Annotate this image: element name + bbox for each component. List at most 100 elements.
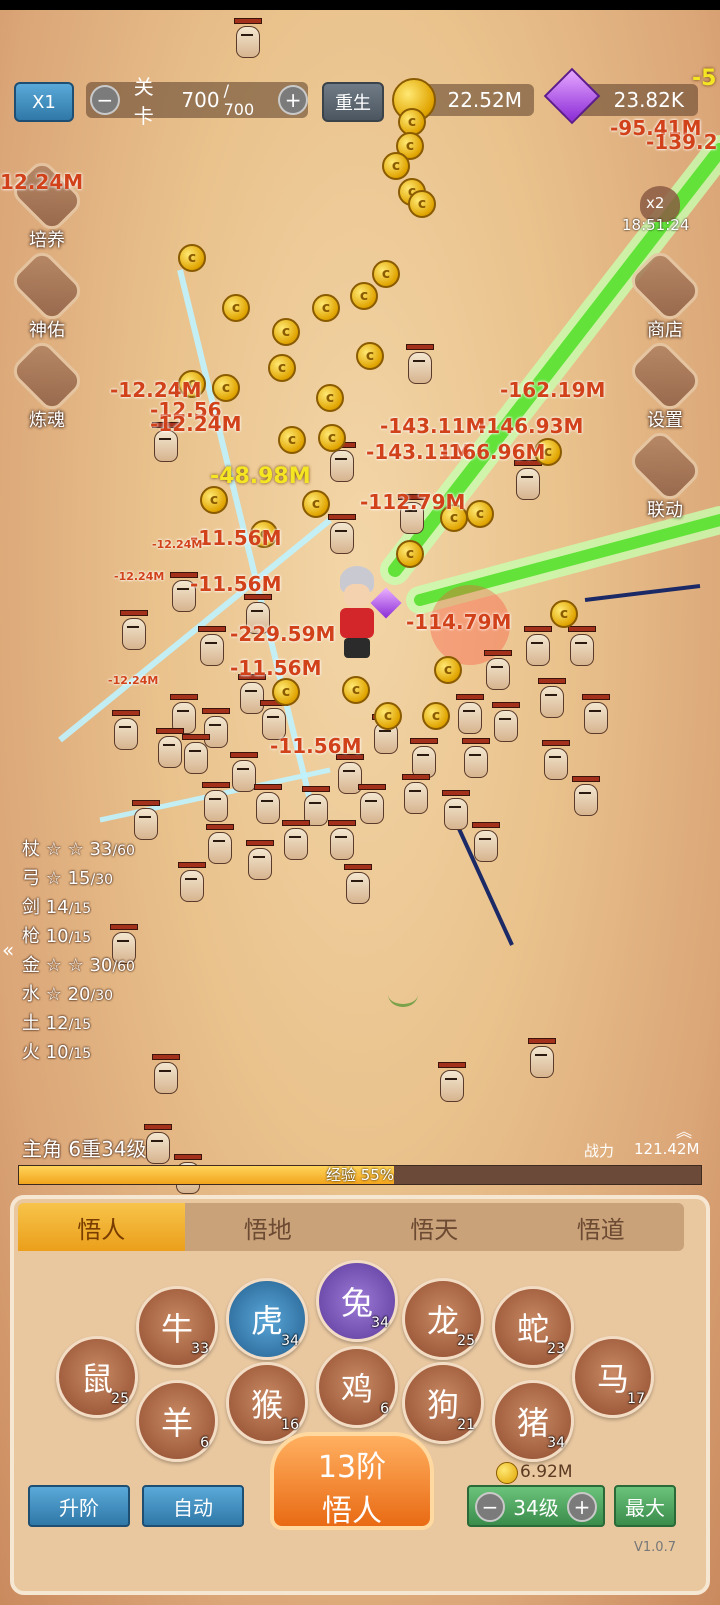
damage-number: -12.24M [150,412,242,436]
weapon-stat-row: 水 ☆ 20/30 [22,981,135,1010]
gold-coin-icon: c [302,490,330,518]
level-minus-button[interactable]: − [475,1492,505,1522]
weapon-stat-row: 火 10/15 [22,1039,135,1068]
enemy-sprite [570,776,600,818]
hero-face [344,584,370,608]
enemy-sprite [512,460,542,502]
enemy-sprite [118,610,148,652]
weapon-stat-row: 弓 ☆ 15/30 [22,865,135,894]
zodiac-ox-button[interactable]: 牛 33 [136,1286,218,1368]
menu-settings-button[interactable]: 设置 [626,337,704,432]
gold-coin-icon: c [312,294,340,322]
zodiac-horse-button[interactable]: 马 17 [572,1336,654,1418]
expand-up-icon[interactable]: ︽ [676,1118,692,1142]
enemy-sprite [326,514,356,556]
speed-label: X1 [32,91,56,113]
weapon-stat-row: 金 ☆ ☆ 30/60 [22,952,135,981]
tab-wu-di[interactable]: 悟地 [185,1203,352,1251]
enlightenment-tabs: 悟人 悟地 悟天 悟道 [18,1203,684,1251]
menu-cultivate-label: 培养 [29,230,65,251]
weapon-value: 20 [67,984,91,1005]
damage-number: -112.79M [360,490,466,514]
enemy-sprite [404,344,434,386]
zodiac-rooster-button[interactable]: 鸡6 [316,1346,398,1428]
enemy-sprite [490,702,520,744]
menu-link-button[interactable]: 联动 [626,427,704,522]
weapon-max: /15 [68,901,92,917]
zodiac-dog-button[interactable]: 狗 21 [402,1362,484,1444]
version-label: V1.0.7 [634,1540,676,1555]
upgrade-cost: 6.92M [520,1462,573,1482]
enemy-sprite [244,840,274,882]
rebirth-button[interactable]: 重生 [322,82,384,122]
gold-coin-icon: c [278,426,306,454]
weapon-max: /15 [68,930,92,946]
gold-coin-icon: c [268,354,296,382]
damage-number: -162.19M [500,378,606,402]
upgrade-rank-label: 升阶 [59,1495,99,1520]
zodiac-level: 16 [281,1417,299,1433]
zodiac-rabbit-button[interactable]: 兔 34 [316,1260,398,1342]
tiger-icon: 虎 [250,1302,283,1340]
zodiac-level: 33 [191,1341,209,1357]
damage-number: -11.56M [270,734,362,758]
weapon-value: 12 [45,1013,69,1034]
damage-number: -12.24M [152,538,203,551]
gem-value: 23.82K [613,88,684,112]
gold-coin-icon: c [356,342,384,370]
zodiac-level: 21 [457,1417,475,1433]
rank-display-button[interactable]: 13阶 悟人 [270,1432,434,1530]
monkey-icon: 猴 [250,1386,283,1424]
ox-icon: 牛 [160,1310,193,1348]
menu-soul-refine-button[interactable]: 炼魂 [8,337,86,432]
max-level-button[interactable]: 最大 [614,1485,676,1527]
horse-icon: 马 [596,1360,629,1398]
level-plus-button[interactable]: + [567,1492,597,1522]
stage-plus-button[interactable]: + [278,85,308,115]
zodiac-dragon-button[interactable]: 龙 25 [402,1278,484,1360]
enemy-sprite [326,442,356,484]
menu-blessing-button[interactable]: 神佑 [8,247,86,342]
menu-shop-button[interactable]: 商店 [626,247,704,342]
zodiac-level: 34 [371,1315,389,1331]
enemy-sprite [440,790,470,832]
stage-max: / 700 [223,81,255,119]
tab-wu-tian[interactable]: 悟天 [351,1203,518,1251]
stage-value: 700 [181,88,220,112]
gold-coin-icon: c [422,702,450,730]
upgrade-rank-button[interactable]: 升阶 [28,1485,130,1527]
damage-number: 12.24M [0,170,84,194]
damage-number: -166.96M [440,440,546,464]
zodiac-snake-button[interactable]: 蛇 23 [492,1286,574,1368]
hero-jacket [340,608,374,638]
stage-minus-button[interactable]: − [90,85,120,115]
zodiac-tiger-button[interactable]: 虎 34 [226,1278,308,1360]
weapon-stat-row: 剑 14/15 [22,894,135,923]
tab-wu-dao[interactable]: 悟道 [518,1203,685,1251]
zodiac-goat-button[interactable]: 羊6 [136,1380,218,1462]
gold-coin-icon: c [222,294,250,322]
rebirth-label: 重生 [335,93,371,114]
enemy-sprite [540,740,570,782]
hero-legs [344,638,370,658]
rooster-icon: 鸡 [340,1370,373,1408]
zodiac-monkey-button[interactable]: 猴 16 [226,1362,308,1444]
gold-coin-icon: c [318,424,346,452]
boost-badge: x2 [646,194,665,212]
cost-coin-icon [496,1462,518,1484]
zodiac-level: 6 [200,1435,209,1451]
enemy-sprite [454,694,484,736]
gold-coin-icon: c [272,318,300,346]
speed-button[interactable]: X1 [14,82,74,122]
zodiac-pig-button[interactable]: 猪 34 [492,1380,574,1462]
collapse-arrow-icon[interactable]: « [2,938,14,962]
level-stepper: − 34级 + [467,1485,605,1527]
double-boost-button[interactable]: x2 18:51:24 [622,186,690,240]
zodiac-level: 23 [547,1341,565,1357]
auto-button[interactable]: 自动 [142,1485,244,1527]
goat-icon: 羊 [160,1404,193,1442]
tab-wu-ren[interactable]: 悟人 [18,1203,185,1251]
damage-number: -143.11M [380,414,486,438]
zodiac-rat-button[interactable]: 鼠 25 [56,1336,138,1418]
gold-coin-icon: c [408,190,436,218]
